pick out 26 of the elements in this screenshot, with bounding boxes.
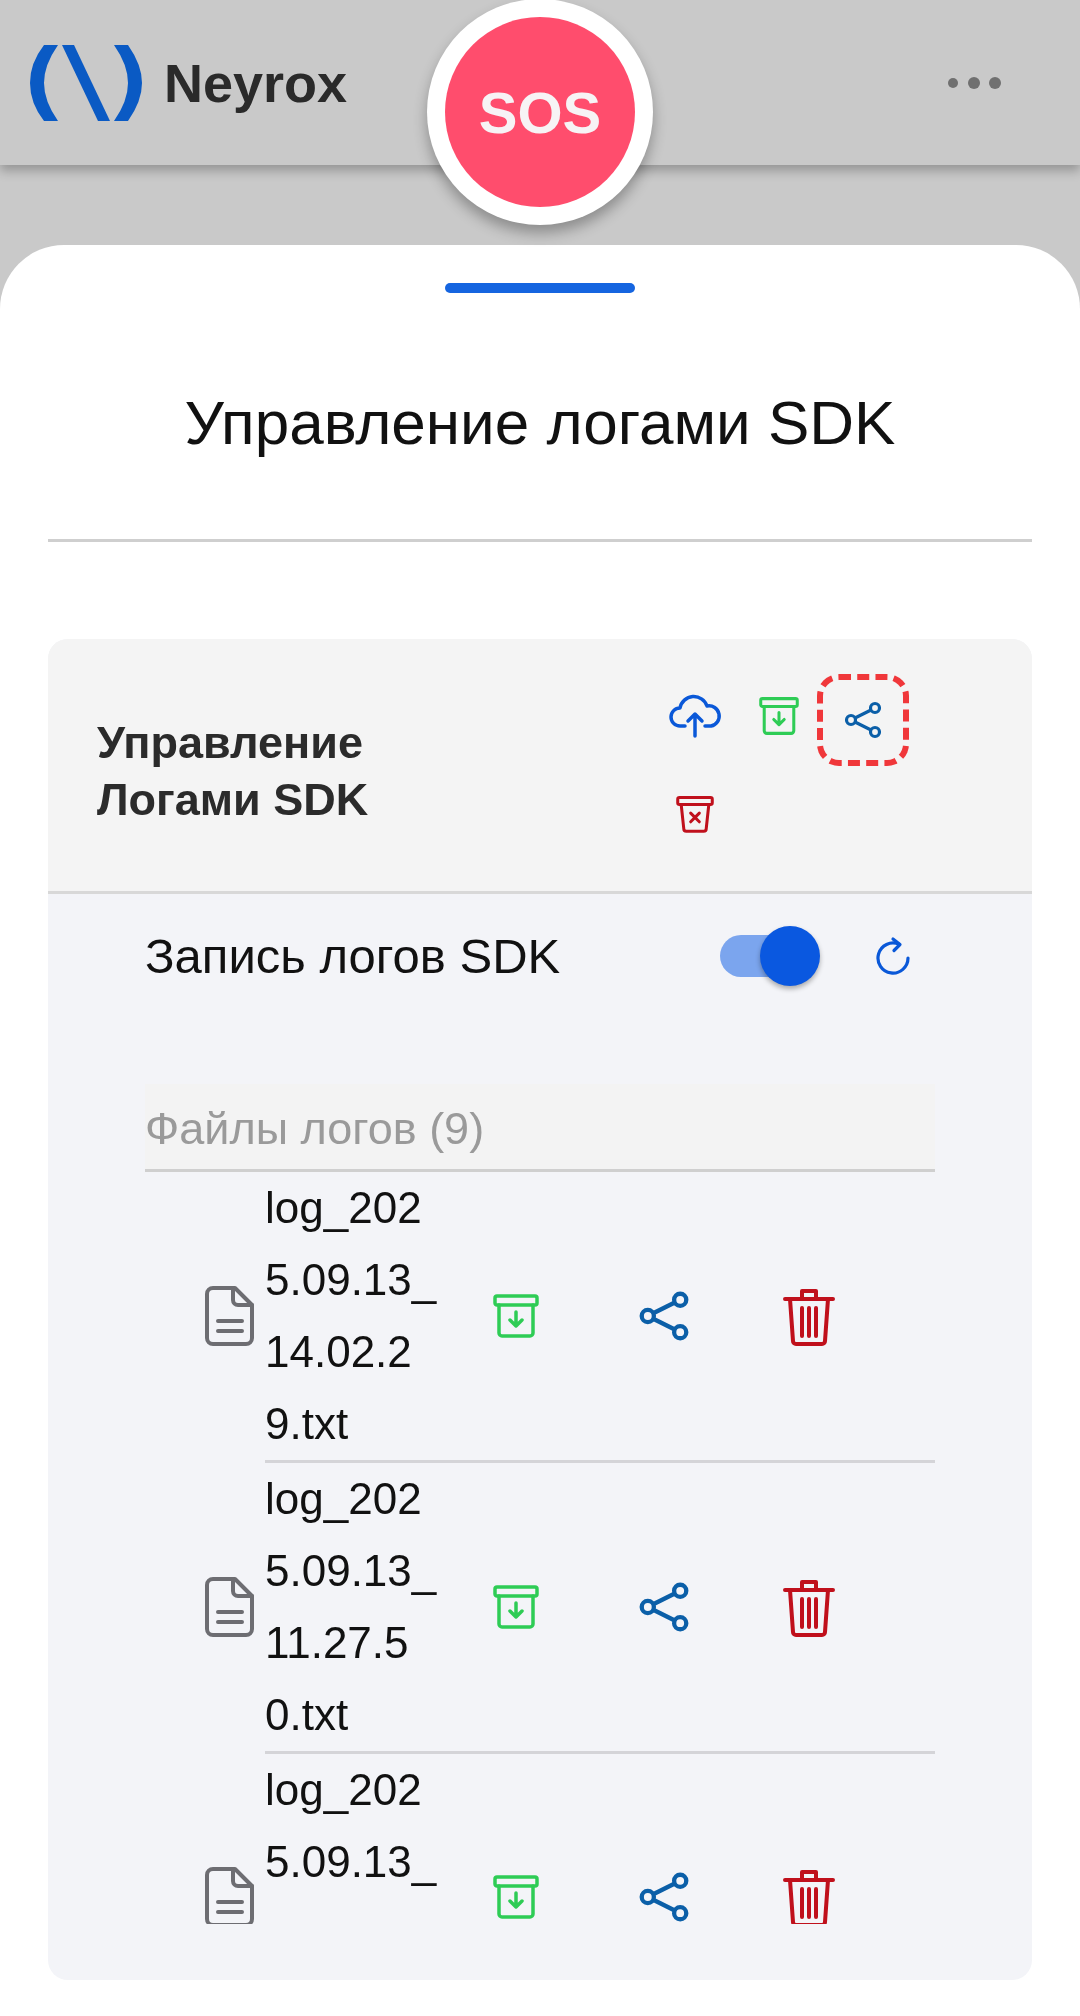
archive-download-icon bbox=[493, 1584, 539, 1630]
app-name: Neyrox bbox=[164, 51, 348, 114]
archive-download-icon bbox=[493, 1873, 539, 1920]
archive-download-icon bbox=[759, 696, 799, 736]
archive-download-icon bbox=[493, 1293, 539, 1339]
card-title: Управление Логами SDK bbox=[97, 716, 370, 827]
drag-handle[interactable] bbox=[445, 283, 635, 293]
file-icon bbox=[205, 1285, 255, 1347]
share-button[interactable] bbox=[817, 674, 909, 766]
cloud-upload-icon bbox=[668, 694, 722, 738]
setting-label: Запись логов SDK bbox=[145, 928, 562, 984]
file-icon bbox=[205, 1576, 255, 1638]
share-icon bbox=[637, 1289, 691, 1343]
refresh-icon bbox=[875, 936, 911, 976]
delete-box-icon bbox=[675, 795, 715, 833]
file-name: log_2025.09.13_ bbox=[265, 1764, 438, 1888]
trash-icon bbox=[783, 1286, 835, 1346]
sos-button[interactable]: SOS bbox=[445, 17, 635, 207]
share-icon bbox=[637, 1580, 691, 1634]
logo-icon bbox=[30, 44, 142, 121]
sheet-title: Управление логами SDK bbox=[183, 387, 897, 459]
file-icon bbox=[205, 1865, 255, 1924]
toggle-switch[interactable] bbox=[720, 926, 820, 986]
trash-icon bbox=[783, 1577, 835, 1637]
share-icon bbox=[843, 700, 883, 740]
files-header: Файлы логов (9) bbox=[145, 1084, 935, 1172]
